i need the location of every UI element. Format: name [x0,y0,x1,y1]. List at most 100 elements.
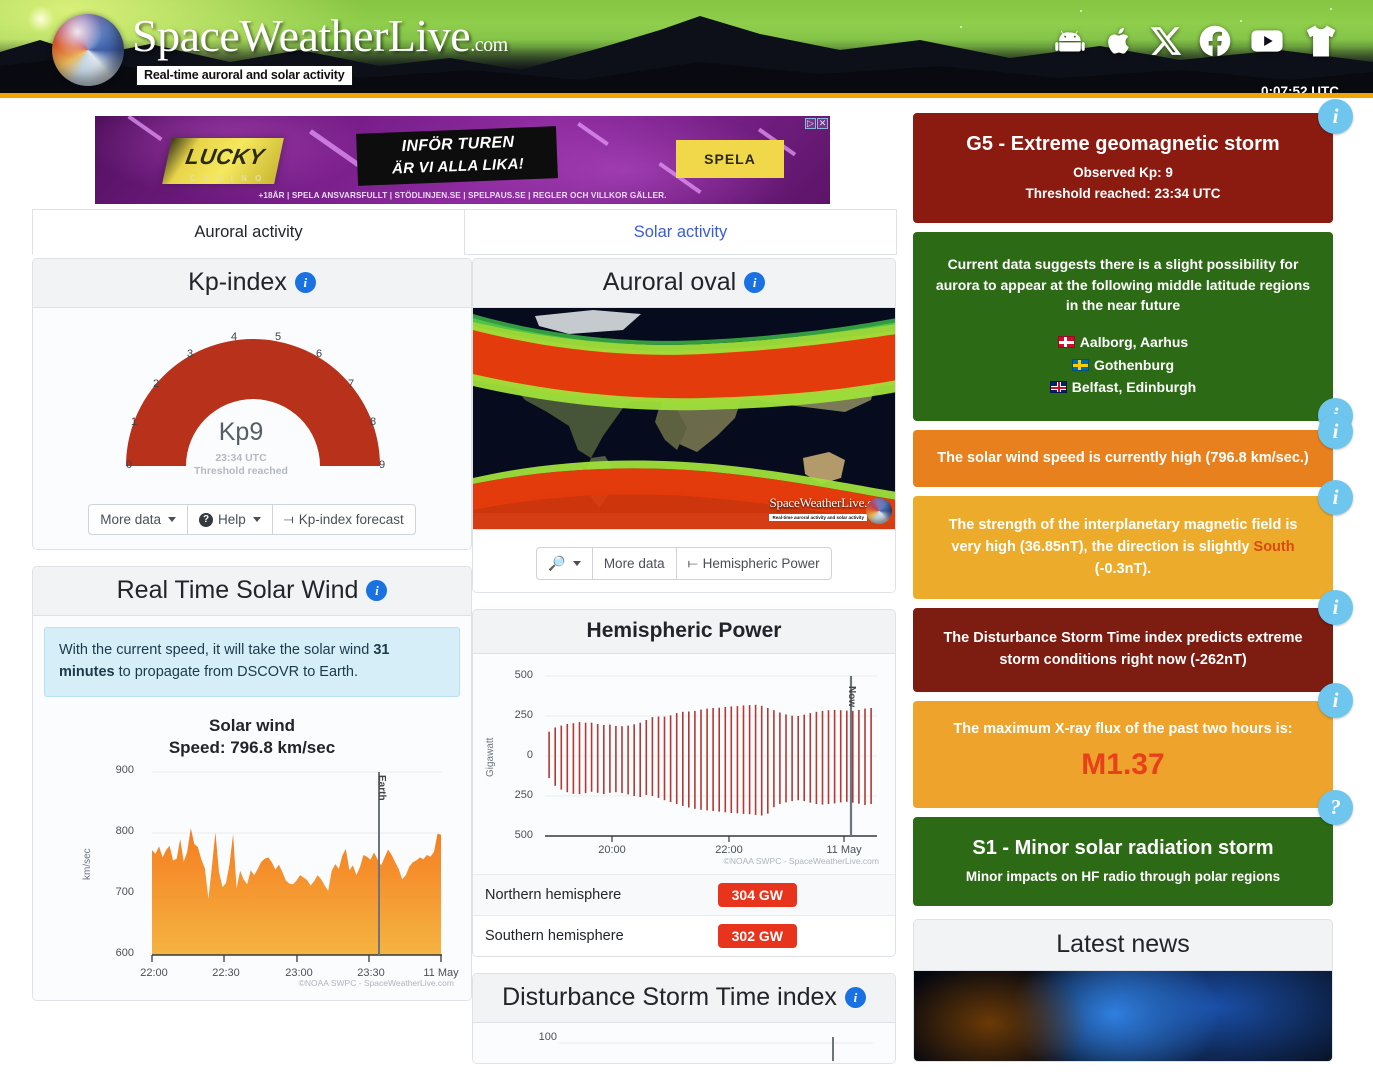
real-time-solar-wind-card: Real Time Solar Wind i With the current s… [32,566,472,1001]
hp-ytick-250p: 250 [514,709,533,721]
imf-strength-text: The strength of the interplanetary magne… [937,515,1309,580]
kp-gauge: 0 1 2 3 4 5 6 7 8 9 Kp9 23:34 UTC Thresh… [45,318,459,498]
dst-plot-partial [559,1037,873,1061]
solar-wind-chart: Solar wind Speed: 796.8 km/sec 900 800 7… [44,715,460,1000]
g5-observed-kp: Observed Kp: 9 [1073,165,1173,180]
kp-forecast-label: Kp-index forecast [298,512,404,527]
advertisement-banner[interactable]: LUCKY C A S I N O INFÖR TUREN ÄR VI ALLA… [95,116,830,204]
kp-more-data-label: More data [100,512,161,527]
info-icon[interactable]: i [1318,590,1353,626]
kp-tick-6: 6 [316,348,323,360]
kp-tick-3: 3 [187,348,194,360]
tshirt-icon[interactable] [1301,22,1341,60]
oval-hemispheric-power-button[interactable]: ⟝ Hemispheric Power [675,547,832,580]
alert-s1-radiation[interactable]: S1 - Minor solar radiation storm Minor i… [913,816,1333,907]
region-name: Belfast, Edinburgh [1071,379,1197,396]
hp-north-value: 304 GW [717,883,797,907]
kp-help-button[interactable]: ? Help [187,504,272,535]
dst-body: 100 [473,1023,895,1063]
oval-hp-label: Hemispheric Power [702,556,820,571]
alert-imf-strength[interactable]: The strength of the interplanetary magne… [913,480,1353,600]
info-icon[interactable]: i [1318,480,1353,516]
kp-tick-2: 2 [153,378,160,390]
sw-ytick-900: 900 [115,763,134,776]
g5-title: G5 - Extreme geomagnetic storm [966,133,1280,155]
x-twitter-icon[interactable] [1149,24,1183,58]
swc-subtitle: Speed: 796.8 km/sec [168,737,336,757]
sw-credit: ©NOAA SWPC - SpaceWeatherLive.com [298,977,454,988]
alert-aurora-midlatitude[interactable]: Current data suggests there is a slight … [913,232,1353,434]
hp-xtick-2: 11 May [826,844,862,856]
star [1330,8,1332,10]
hemispheric-power-body: 500 250 0 250 500 Gigawatt 20:00 22:00 1… [473,654,895,874]
site-logo-globe[interactable] [52,14,124,86]
kp-current-value: Kp9 [218,418,264,446]
alert-xray-flux[interactable]: The maximum X-ray flux of the past two h… [913,682,1353,825]
kp-tick-7: 7 [348,378,355,390]
youtube-icon[interactable] [1247,24,1287,58]
ad-creative[interactable]: LUCKY C A S I N O INFÖR TUREN ÄR VI ALLA… [95,116,830,204]
latest-news-image[interactable] [914,971,1332,1062]
kp-more-data-button[interactable]: More data [88,504,187,535]
hemispheric-power-title: Hemispheric Power [586,619,782,642]
site-logo-text[interactable]: SpaceWeatherLive.com [132,13,508,59]
adchoices-icon[interactable]: ▷ [805,118,816,129]
double-chevron-up-icon: ⟝ [687,556,698,570]
notice-text-pre: With the current speed, it will take the… [59,642,374,658]
hp-y-axis-label: Gigawatt [485,737,496,777]
hemispheric-power-chart: 500 250 0 250 500 Gigawatt 20:00 22:00 1… [479,662,889,872]
info-icon[interactable]: i [294,272,316,293]
info-icon[interactable]: i [744,272,766,293]
hp-south-label: Southern hemisphere [485,928,624,944]
social-links [1049,22,1341,60]
middle-column: Auroral oval i SpaceWeatherLive.com Real… [472,258,896,1080]
double-chevron-down-icon: ⟞ [283,512,294,526]
flag-denmark-icon [1057,336,1075,349]
aurora-region-list: Aalborg, Aarhus Gothenburg Belfast, Edin… [933,331,1313,398]
s1-subtext: Minor impacts on HF radio through polar … [965,868,1281,884]
s1-title: S1 - Minor solar radiation storm [972,836,1274,859]
auroral-oval-map[interactable]: SpaceWeatherLive.com Real-time auroral a… [473,308,895,530]
question-icon[interactable]: ? [1318,789,1353,825]
oval-more-data-button[interactable]: More data [591,547,676,580]
alert-g5-storm[interactable]: G5 - Extreme geomagnetic storm Observed … [913,99,1353,224]
solar-wind-header: Real Time Solar Wind i [33,567,471,616]
kp-threshold-time: 23:34 UTC [215,452,267,464]
info-icon[interactable]: i [1318,413,1353,449]
site-domain-suffix: .com [470,34,508,56]
alert-dst-prediction[interactable]: The Disturbance Storm Time index predict… [913,590,1353,692]
apple-icon[interactable] [1105,24,1135,58]
hp-xtick-1: 22:00 [715,844,743,856]
oval-logo-globe [866,498,892,524]
latest-news-header: Latest news [914,920,1332,972]
info-icon[interactable]: i [844,987,866,1008]
latest-news-card[interactable]: Latest news [913,919,1333,1063]
xray-flux-label: The maximum X-ray flux of the past two h… [953,720,1293,737]
ad-close-icon[interactable]: ✕ [817,118,828,129]
oval-zoom-button[interactable]: 🔎 [536,547,592,580]
tab-solar-activity[interactable]: Solar activity [465,209,897,255]
info-icon[interactable]: i [1318,99,1353,134]
solar-wind-chart-title: Solar wind Speed: 796.8 km/sec [44,715,460,759]
chevron-down-icon [252,517,261,522]
tab-auroral-activity[interactable]: Auroral activity [32,209,465,255]
imf-text-body: The strength of the interplanetary magne… [948,517,1298,577]
kp-forecast-button[interactable]: ⟞ Kp-index forecast [271,504,416,535]
region-name: Gothenburg [1093,356,1175,373]
ad-choices[interactable]: ▷ ✕ [805,118,828,129]
flag-sweden-icon [1071,358,1089,371]
hp-north-label: Northern hemisphere [485,887,622,903]
facebook-icon[interactable] [1197,23,1233,59]
kp-index-title: Kp-index [188,268,287,296]
chevron-down-icon [572,561,581,566]
info-icon[interactable]: i [366,580,388,601]
hp-xtick-0: 20:00 [598,844,626,856]
ad-cta-button[interactable]: SPELA [676,140,784,178]
android-icon[interactable] [1049,24,1091,58]
info-icon[interactable]: i [1318,682,1353,718]
alert-solar-wind-speed[interactable]: The solar wind speed is currently high (… [913,413,1353,488]
dst-card: Disturbance Storm Time index i 100 [472,973,896,1064]
hemispheric-power-header: Hemispheric Power [473,610,895,654]
kp-threshold-status: Threshold reached [194,465,288,478]
auroral-oval-title: Auroral oval [602,268,737,296]
